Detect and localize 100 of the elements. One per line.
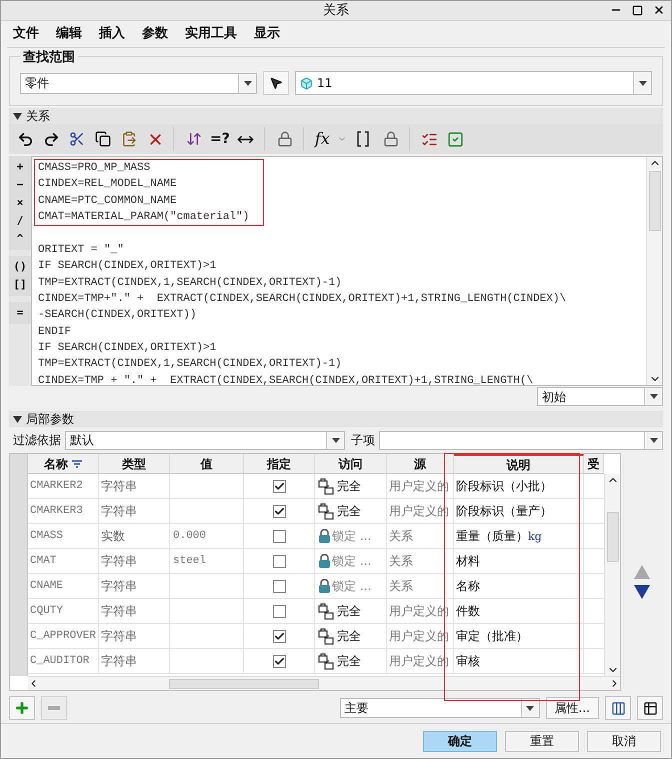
dropdown-button[interactable]	[238, 74, 256, 92]
operator-button[interactable]: ()	[9, 258, 31, 276]
table-row[interactable]: CMAT 字符串 steel 锁定 ... 关系 材料	[28, 549, 604, 574]
column-header[interactable]: 类型	[99, 454, 170, 473]
menu-item[interactable]: 实用工具	[185, 24, 237, 44]
menu-item[interactable]: 插入	[99, 24, 125, 44]
move-down-icon[interactable]	[634, 585, 650, 599]
access-label: 完全	[337, 478, 361, 495]
section-header[interactable]: 关系	[9, 108, 663, 124]
function-button[interactable]: fx	[312, 127, 333, 151]
checkbox[interactable]	[272, 504, 286, 518]
vertical-scrollbar[interactable]	[646, 157, 662, 385]
pointer-icon	[269, 76, 283, 90]
table-cell-text: 审核	[456, 653, 480, 670]
scrollbar-thumb[interactable]	[648, 171, 660, 231]
operator-button[interactable]: ^	[9, 230, 31, 248]
checkbox[interactable]	[272, 554, 286, 568]
vertical-scrollbar[interactable]	[604, 474, 620, 676]
checkbox[interactable]	[272, 604, 286, 618]
maximize-icon[interactable]	[632, 4, 643, 16]
lock-icon[interactable]	[382, 131, 399, 147]
dropdown-button[interactable]	[633, 72, 651, 94]
menu-item[interactable]: 参数	[142, 24, 168, 44]
dropdown-button[interactable]	[520, 699, 539, 717]
section-title: 关系	[26, 108, 50, 125]
redo-icon[interactable]	[42, 130, 60, 148]
operator-button[interactable]: ×	[9, 194, 31, 212]
columns-button[interactable]	[605, 696, 631, 720]
column-header[interactable]: 访问	[315, 454, 387, 473]
table-cell: 字符串	[99, 474, 170, 498]
column-header[interactable]: 指定	[244, 454, 315, 473]
type-dropdown[interactable]: 零件	[20, 72, 257, 94]
evaluate-button[interactable]: =?	[208, 127, 232, 151]
dropdown-value: 主要	[344, 700, 369, 717]
plus-icon	[14, 700, 30, 716]
view-dropdown[interactable]: 初始	[537, 387, 663, 406]
dialog-button[interactable]: 取消	[587, 730, 661, 752]
table-row[interactable]: CNAME 字符串 锁定 ... 关系 名称	[28, 574, 604, 599]
view-dropdown[interactable]: 主要	[340, 698, 540, 718]
table-button[interactable]	[637, 696, 663, 720]
undo-icon[interactable]	[16, 130, 34, 148]
access-label: 锁定 ...	[332, 528, 372, 545]
table-cell: 字符串	[99, 549, 170, 573]
checkbox[interactable]	[272, 530, 286, 542]
properties-button[interactable]: 属性...	[546, 697, 599, 719]
dropdown-button[interactable]	[644, 388, 662, 405]
code-line: IF SEARCH(CINDEX,ORITEXT)>1	[37, 340, 218, 356]
access-label: 完全	[337, 603, 361, 620]
relations-editor[interactable]	[31, 156, 663, 386]
menu-item[interactable]: 编辑	[56, 24, 82, 44]
table-cell: C_AUDITOR	[28, 649, 99, 673]
dialog-button[interactable]: 确定	[423, 730, 497, 752]
checkbox[interactable]	[272, 480, 286, 492]
column-header[interactable]: 名称	[28, 454, 99, 473]
dropdown-button[interactable]	[644, 432, 662, 448]
add-button[interactable]	[9, 696, 35, 720]
checkbox[interactable]	[272, 580, 286, 592]
cut-icon[interactable]	[69, 131, 85, 147]
table-cell: 关系	[387, 549, 454, 573]
part-icon	[300, 76, 313, 90]
table-cell-text: 材料	[456, 553, 480, 570]
operator-button[interactable]: −	[9, 176, 31, 194]
menu-item[interactable]: 文件	[13, 24, 39, 44]
close-icon[interactable]	[653, 4, 665, 16]
collapse-triangle-icon	[13, 416, 22, 422]
dropdown-value: 初始	[541, 388, 566, 406]
select-pointer-button[interactable]	[263, 71, 289, 95]
operator-button[interactable]: +	[9, 158, 31, 176]
brackets-icon[interactable]	[356, 131, 369, 147]
filter-dropdown[interactable]: 默认	[65, 430, 345, 450]
checkbox[interactable]	[272, 654, 286, 668]
paste-icon[interactable]	[121, 131, 137, 147]
column-header[interactable]: 受	[584, 454, 604, 473]
scrollbar-thumb[interactable]	[606, 512, 618, 562]
checkbox[interactable]	[272, 630, 286, 642]
table-cell: 字符串	[99, 499, 170, 523]
operator-button[interactable]: /	[9, 212, 31, 230]
table-cell: 字符串	[99, 574, 170, 598]
column-header[interactable]: 说明	[454, 454, 584, 473]
horizontal-scrollbar[interactable]	[28, 676, 620, 690]
code-line: TMP=EXTRACT(CINDEX,1,SEARCH(CINDEX,ORITEXT)-1)	[37, 276, 343, 291]
column-header[interactable]: 值	[170, 454, 244, 473]
dropdown-button[interactable]	[326, 432, 344, 448]
scrollbar-thumb[interactable]	[169, 678, 319, 688]
check-box-icon[interactable]	[447, 130, 464, 148]
model-dropdown[interactable]: 11	[295, 71, 652, 95]
operator-button[interactable]: []	[9, 276, 31, 294]
code-line: ORITEXT = "_"	[37, 243, 125, 258]
dialog-button[interactable]: 重置	[505, 730, 579, 752]
section-header[interactable]: 局部参数	[9, 411, 663, 427]
sort-arrows-icon[interactable]	[186, 131, 202, 147]
operator-button[interactable]: =	[9, 304, 31, 322]
lock-icon[interactable]	[276, 131, 293, 147]
dropdown-value: 零件	[24, 75, 49, 92]
code-line: ENDIF	[37, 324, 72, 340]
copy-icon[interactable]	[95, 131, 111, 147]
menu-item[interactable]: 显示	[254, 24, 280, 44]
table-cell: CMAT	[28, 549, 99, 573]
table-row[interactable]: CMASS 实数 0.000 锁定 ... 关系 重量（质量）kg	[28, 524, 604, 549]
column-header[interactable]: 源	[387, 454, 454, 473]
